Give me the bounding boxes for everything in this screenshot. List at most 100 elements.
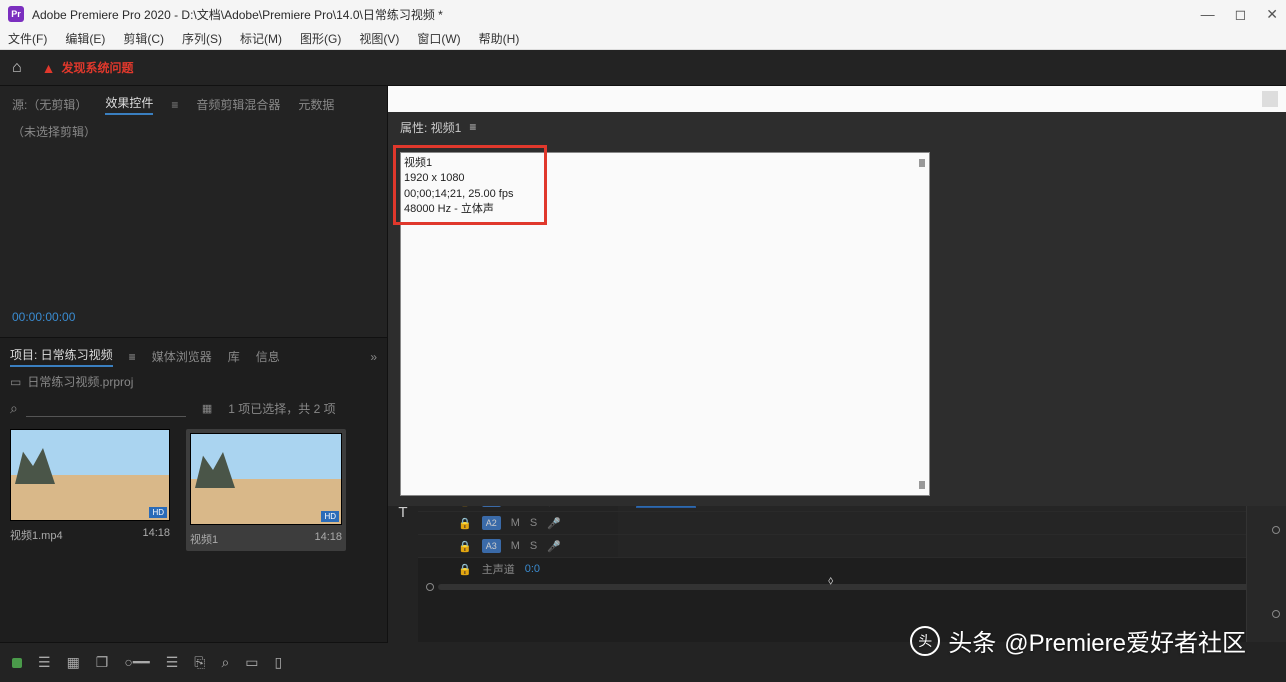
clip-thumbnail: HD: [10, 429, 170, 521]
prop-audio: 48000 Hz - 立体声: [404, 202, 536, 217]
master-timecode: 0:0: [525, 563, 540, 575]
close-button[interactable]: ✕: [1266, 6, 1278, 23]
freeform-view-icon[interactable]: ❐: [96, 654, 109, 671]
selection-count: 1 项已选择，共 2 项: [228, 400, 335, 417]
panel-menu-icon[interactable]: ≡: [171, 98, 178, 112]
search-input[interactable]: [26, 401, 186, 417]
clip-properties-box: 视频1 1920 x 1080 00;00;14;21, 25.00 fps 4…: [393, 145, 547, 225]
panel-menu-icon[interactable]: ≡: [129, 350, 136, 364]
menu-window[interactable]: 窗口(W): [417, 30, 460, 47]
source-timecode[interactable]: 00:00:00:00: [12, 310, 375, 324]
tab-libraries[interactable]: 库: [228, 348, 240, 365]
warning-text: 发现系统问题: [62, 59, 134, 76]
mute-toggle[interactable]: M: [511, 540, 520, 552]
panel-overflow-icon[interactable]: »: [370, 350, 377, 364]
home-icon[interactable]: ⌂: [12, 59, 22, 77]
clip-duration: 14:18: [142, 527, 170, 543]
master-track[interactable]: 🔒 主声道 0:0 ⬨: [418, 558, 1286, 580]
audio-track[interactable]: 🔒 A3 M S 🎤: [418, 535, 1286, 558]
format-badge: HD: [321, 511, 339, 522]
audio-track[interactable]: 🔒 A2 M S 🎤: [418, 512, 1286, 535]
project-toolbar: ☰ ▦ ❐ ○━━ ☰ ⎘ ⌕ ▭ ▯: [0, 642, 388, 682]
menu-edit[interactable]: 编辑(E): [65, 30, 105, 47]
scroll-track[interactable]: [438, 584, 1266, 590]
tab-info[interactable]: 信息: [256, 348, 280, 365]
project-item[interactable]: HD 视频1.mp4 14:18: [10, 429, 170, 551]
solo-toggle[interactable]: S: [530, 540, 537, 552]
new-item-icon[interactable]: [12, 658, 22, 668]
prop-name: 视频1: [404, 156, 536, 171]
track-label[interactable]: A3: [482, 539, 501, 553]
scroll-up-icon[interactable]: [919, 159, 925, 167]
menu-sequence[interactable]: 序列(S): [182, 30, 222, 47]
menu-clip[interactable]: 剪辑(C): [123, 30, 164, 47]
meter-handle[interactable]: [1272, 526, 1280, 534]
prop-resolution: 1920 x 1080: [404, 171, 536, 186]
menu-bar: 文件(F) 编辑(E) 剪辑(C) 序列(S) 标记(M) 图形(G) 视图(V…: [0, 28, 1286, 50]
tab-effect-controls[interactable]: 效果控件: [105, 94, 153, 115]
app-icon: Pr: [8, 6, 24, 22]
meter-handle[interactable]: [1272, 610, 1280, 618]
marker-icon[interactable]: ⬨: [828, 573, 833, 588]
format-badge: HD: [149, 507, 167, 518]
new-bin-icon[interactable]: ▭: [245, 654, 258, 671]
icon-view-icon[interactable]: ▦: [67, 654, 80, 671]
find-icon[interactable]: ⌕: [221, 654, 229, 671]
search-icon[interactable]: ⌕: [10, 400, 18, 417]
system-warning[interactable]: ▲ 发现系统问题: [42, 59, 134, 76]
lock-icon[interactable]: 🔒: [458, 517, 472, 530]
menu-view[interactable]: 视图(V): [359, 30, 399, 47]
source-panel: 源:（无剪辑） 效果控件 ≡ 音频剪辑混合器 元数据 （未选择剪辑） 00:00…: [0, 86, 387, 338]
dialog-titlebar[interactable]: [388, 86, 1286, 112]
project-item[interactable]: HD 视频1 14:18: [186, 429, 346, 551]
clip-duration: 14:18: [314, 531, 342, 547]
properties-preview: 视频1 1920 x 1080 00;00;14;21, 25.00 fps 4…: [400, 152, 930, 496]
lock-icon[interactable]: 🔒: [458, 563, 472, 576]
tab-source-none[interactable]: 源:（无剪辑）: [12, 96, 87, 113]
project-panel: 项目: 日常练习视频 ≡ 媒体浏览器 库 信息 » ▭ 日常练习视频.prpro…: [0, 338, 387, 642]
track-label[interactable]: A2: [482, 516, 501, 530]
timeline-scrollbar[interactable]: [418, 580, 1286, 594]
tab-project[interactable]: 项目: 日常练习视频: [10, 346, 113, 367]
tab-audio-mixer[interactable]: 音频剪辑混合器: [196, 96, 280, 113]
list-view-icon[interactable]: ☰: [38, 654, 51, 671]
menu-help[interactable]: 帮助(H): [479, 30, 520, 47]
maximize-button[interactable]: ◻: [1235, 6, 1247, 23]
watermark-text: @Premiere爱好者社区: [1004, 623, 1246, 658]
workspace-bar: ⌂ ▲ 发现系统问题: [0, 50, 1286, 86]
mic-icon[interactable]: 🎤: [547, 540, 561, 553]
dialog-close-icon[interactable]: [1262, 91, 1278, 107]
source-noclip-label: （未选择剪辑）: [12, 123, 375, 140]
lock-icon[interactable]: 🔒: [458, 540, 472, 553]
mute-toggle[interactable]: M: [511, 517, 520, 529]
menu-file[interactable]: 文件(F): [8, 30, 47, 47]
panel-menu-icon[interactable]: ≡: [469, 120, 476, 134]
watermark: 头 头条 @Premiere爱好者社区: [910, 623, 1246, 658]
minimize-button[interactable]: —: [1201, 6, 1215, 23]
type-tool-icon[interactable]: T: [398, 504, 407, 521]
automate-icon[interactable]: ⎘: [194, 654, 205, 671]
menu-graphics[interactable]: 图形(G): [300, 30, 341, 47]
project-filename: 日常练习视频.prproj: [27, 373, 133, 390]
scroll-handle-left[interactable]: [426, 583, 434, 591]
sort-icon[interactable]: ☰: [166, 654, 179, 671]
tab-metadata[interactable]: 元数据: [298, 96, 334, 113]
mic-icon[interactable]: 🎤: [547, 517, 561, 530]
solo-toggle[interactable]: S: [530, 517, 537, 529]
watermark-icon: 头: [910, 626, 940, 656]
clip-name: 视频1.mp4: [10, 527, 63, 543]
watermark-prefix: 头条: [948, 623, 996, 658]
scroll-down-icon[interactable]: [919, 481, 925, 489]
title-bar: Pr Adobe Premiere Pro 2020 - D:\文档\Adobe…: [0, 0, 1286, 28]
prop-duration-fps: 00;00;14;21, 25.00 fps: [404, 187, 536, 202]
window-title: Adobe Premiere Pro 2020 - D:\文档\Adobe\Pr…: [32, 6, 1201, 23]
zoom-slider-icon[interactable]: ○━━: [124, 654, 149, 671]
properties-dialog: 属性: 视频1 ≡ 视频1 1920 x 1080 00;00;14;21, 2…: [388, 86, 1286, 506]
view-mode-icon[interactable]: ▦: [202, 402, 212, 415]
clip-name: 视频1: [190, 531, 218, 547]
master-label: 主声道: [482, 561, 515, 577]
tab-media-browser[interactable]: 媒体浏览器: [152, 348, 212, 365]
delete-icon[interactable]: ▯: [275, 654, 283, 671]
properties-tab[interactable]: 属性: 视频1: [400, 119, 461, 136]
menu-marker[interactable]: 标记(M): [240, 30, 282, 47]
